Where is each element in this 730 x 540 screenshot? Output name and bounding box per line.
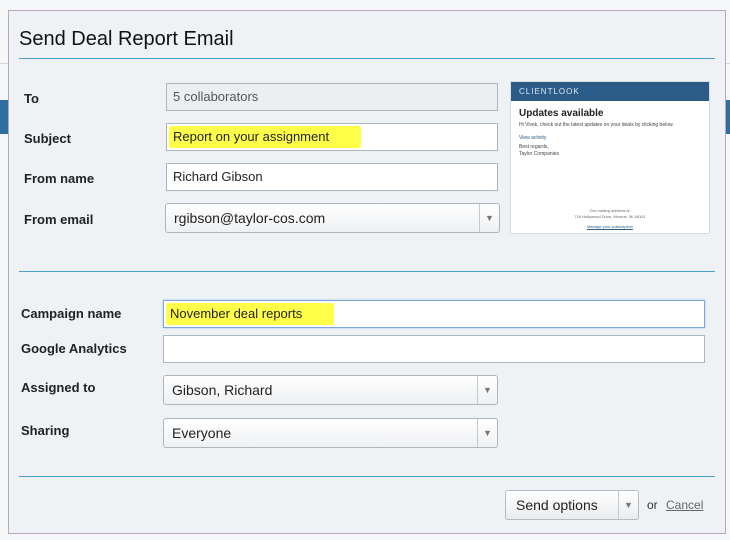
assigned-to-value: Gibson, Richard xyxy=(172,382,273,398)
campaign-name-label: Campaign name xyxy=(21,306,122,321)
subject-value: Report on your assignment xyxy=(169,126,362,148)
preview-brand: CLIENTLOOK xyxy=(511,82,709,101)
from-name-input[interactable]: Richard Gibson xyxy=(166,163,498,191)
campaign-name-input[interactable]: November deal reports xyxy=(163,300,705,328)
title-divider xyxy=(19,58,715,59)
section-divider xyxy=(19,271,715,272)
or-text: or xyxy=(647,498,658,512)
assigned-to-label: Assigned to xyxy=(21,380,96,395)
preview-link: View activity xyxy=(519,135,547,141)
campaign-name-value: November deal reports xyxy=(166,303,335,325)
cancel-link[interactable]: Cancel xyxy=(666,498,703,512)
dialog-title: Send Deal Report Email xyxy=(19,28,234,50)
from-name-label: From name xyxy=(24,171,95,186)
send-options-button[interactable]: Send options ▼ xyxy=(505,490,639,520)
assigned-to-select[interactable]: Gibson, Richard ▼ xyxy=(163,375,498,405)
to-label: To xyxy=(24,91,39,106)
preview-footer: Our mailing address is: 716 Hollywood Dr… xyxy=(511,208,709,220)
footer-divider xyxy=(19,476,715,477)
send-options-label: Send options xyxy=(516,497,598,513)
chevron-down-icon: ▼ xyxy=(477,419,497,447)
preview-signoff-2: Taylor Companies xyxy=(519,151,560,157)
sharing-value: Everyone xyxy=(172,425,232,441)
sharing-label: Sharing xyxy=(21,423,70,438)
from-email-value: rgibson@taylor-cos.com xyxy=(174,210,326,226)
send-deal-report-dialog: Send Deal Report Email To 5 collaborator… xyxy=(8,10,726,534)
preview-unsubscribe: Manage your subscription xyxy=(587,224,633,229)
preview-body: Hi Vivek, check out the latest updates o… xyxy=(519,122,674,128)
subject-label: Subject xyxy=(24,131,71,146)
google-analytics-input[interactable] xyxy=(163,335,705,363)
from-email-select[interactable]: rgibson@taylor-cos.com ▼ xyxy=(165,203,500,233)
email-preview: CLIENTLOOK Updates available Hi Vivek, c… xyxy=(510,81,710,234)
preview-signoff-1: Best regards, xyxy=(519,144,549,150)
preview-footer-line-2: 716 Hollywood Drive, Monroe, MI 48161 xyxy=(574,214,646,219)
google-analytics-label: Google Analytics xyxy=(21,341,127,356)
sharing-select[interactable]: Everyone ▼ xyxy=(163,418,498,448)
from-email-label: From email xyxy=(24,212,94,227)
preview-title: Updates available xyxy=(519,108,604,119)
to-field: 5 collaborators xyxy=(166,83,498,111)
chevron-down-icon: ▼ xyxy=(477,376,497,404)
subject-input[interactable]: Report on your assignment xyxy=(166,123,498,151)
chevron-down-icon: ▼ xyxy=(479,204,499,232)
chevron-down-icon[interactable]: ▼ xyxy=(618,491,638,519)
